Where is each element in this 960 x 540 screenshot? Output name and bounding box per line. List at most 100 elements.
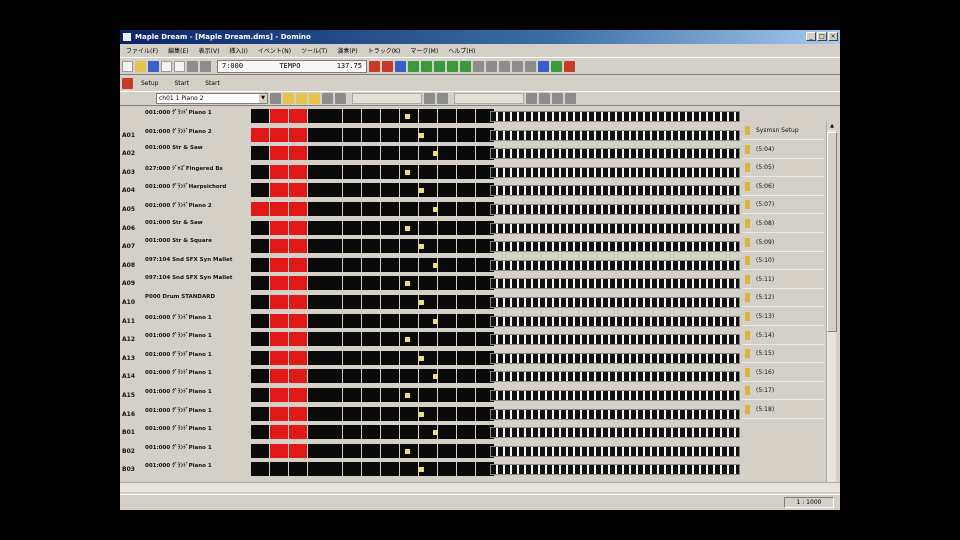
param-cell[interactable] (251, 220, 269, 235)
param-cell[interactable] (438, 462, 456, 477)
param-cell[interactable] (251, 276, 269, 291)
track-params[interactable] (251, 313, 495, 328)
param-cell[interactable] (308, 220, 342, 235)
track-name[interactable]: 001:000 ｸﾞﾗﾝﾄﾞPiano 2 (145, 127, 250, 135)
track-params[interactable] (251, 332, 495, 347)
param-cell[interactable] (289, 332, 307, 347)
track-name[interactable]: 001:000 ｸﾞﾗﾝﾄﾞPiano 1 (145, 387, 250, 395)
track-row[interactable]: A15 001:000 ｸﾞﾗﾝﾄﾞPiano 1 (120, 387, 740, 405)
param-cell[interactable] (362, 239, 380, 254)
param-cell[interactable] (381, 164, 399, 179)
param-cell[interactable] (457, 220, 475, 235)
param-cell[interactable] (343, 146, 361, 161)
param-cell[interactable] (270, 406, 288, 421)
param-cell[interactable] (308, 369, 342, 384)
track-name[interactable]: 001:000 ｸﾞﾗﾝﾄﾞPiano 1 (145, 406, 250, 414)
menu-view[interactable]: 表示(V) (199, 46, 220, 55)
track-name[interactable]: 001:000 ｸﾞﾗﾝﾄﾞPiano 1 (145, 461, 250, 469)
param-cell[interactable] (270, 220, 288, 235)
param-cell[interactable] (308, 406, 342, 421)
param-cell[interactable] (457, 164, 475, 179)
param-cell[interactable] (270, 350, 288, 365)
param-cell[interactable] (270, 332, 288, 347)
tab-setup[interactable]: Setup (141, 80, 158, 87)
track-row[interactable]: A04 001:000 ｸﾞﾗﾝﾄﾞHarpsichord (120, 182, 740, 200)
param-cell[interactable] (362, 127, 380, 142)
param-cell[interactable] (381, 369, 399, 384)
param-cell[interactable] (289, 146, 307, 161)
track-params[interactable] (251, 239, 495, 254)
event-list-item[interactable]: (5:07) (742, 196, 824, 215)
param-cell[interactable] (270, 164, 288, 179)
param-cell[interactable] (343, 462, 361, 477)
param-cell[interactable] (438, 350, 456, 365)
piano-roll-icon[interactable] (512, 60, 523, 72)
track-row[interactable]: A13 001:000 ｸﾞﾗﾝﾄﾞPiano 1 (120, 350, 740, 368)
param-cell[interactable] (343, 388, 361, 402)
tab-start-2[interactable]: Start (205, 80, 220, 87)
param-cell[interactable] (343, 220, 361, 235)
param-cell[interactable] (251, 388, 269, 402)
param-cell[interactable] (381, 350, 399, 365)
param-cell[interactable] (308, 239, 342, 254)
track-sequence[interactable] (490, 315, 740, 327)
param-cell[interactable] (270, 313, 288, 328)
param-cell[interactable] (343, 239, 361, 254)
param-cell[interactable] (438, 146, 456, 161)
param-cell[interactable] (419, 332, 437, 347)
param-cell[interactable] (270, 239, 288, 254)
track-row[interactable]: A08 097:104 Snd SFX Syn Mallet (120, 257, 740, 275)
param-cell[interactable] (270, 146, 288, 161)
param-cell[interactable] (438, 257, 456, 272)
param-cell[interactable] (457, 295, 475, 309)
track-name[interactable]: 001:000 ｸﾞﾗﾝﾄﾞPiano 1 (145, 350, 250, 358)
param-cell[interactable] (438, 109, 456, 123)
param-cell[interactable] (251, 406, 269, 421)
event-list-item[interactable]: (5:05) (742, 159, 824, 178)
track-name[interactable]: P000 Drum STANDARD (145, 294, 250, 300)
view-toggle-icon[interactable] (437, 93, 448, 104)
param-cell[interactable] (362, 462, 380, 477)
param-cell[interactable] (419, 276, 437, 291)
track-params[interactable] (251, 369, 495, 384)
play-icon[interactable] (434, 60, 445, 72)
track-sequence[interactable] (490, 390, 740, 401)
track-sequence[interactable] (490, 278, 740, 290)
param-cell[interactable] (400, 127, 418, 142)
track-sequence[interactable] (490, 371, 740, 383)
event-list-item[interactable]: (5:16) (742, 364, 824, 382)
param-cell[interactable] (251, 443, 269, 458)
param-cell[interactable] (343, 109, 361, 123)
track-params[interactable] (251, 425, 495, 440)
event-list-item[interactable]: (5:09) (742, 234, 824, 252)
param-cell[interactable] (289, 220, 307, 235)
param-cell[interactable] (308, 183, 342, 198)
param-cell[interactable] (457, 183, 475, 198)
param-cell[interactable] (381, 276, 399, 291)
param-cell[interactable] (457, 127, 475, 142)
horizontal-scrollbar[interactable] (120, 482, 840, 492)
menu-track[interactable]: トラック(K) (368, 46, 401, 55)
mixer-icon[interactable] (538, 60, 549, 72)
param-cell[interactable] (289, 443, 307, 458)
menu-help[interactable]: ヘルプ(H) (448, 46, 475, 55)
param-cell[interactable] (400, 239, 418, 254)
param-cell[interactable] (289, 350, 307, 365)
param-cell[interactable] (308, 462, 342, 477)
track-name[interactable]: 001:000 ｸﾞﾗﾝﾄﾞPiano 1 (145, 313, 250, 321)
track-params[interactable] (251, 443, 495, 458)
param-cell[interactable] (343, 127, 361, 142)
param-cell[interactable] (438, 220, 456, 235)
track-row[interactable]: A16 001:000 ｸﾞﾗﾝﾄﾞPiano 1 (120, 406, 740, 424)
param-cell[interactable] (270, 369, 288, 384)
zoom-icon[interactable] (539, 93, 550, 104)
param-cell[interactable] (289, 257, 307, 272)
param-cell[interactable] (362, 109, 380, 123)
track-params[interactable] (251, 257, 495, 272)
title-bar[interactable]: Maple Dream - [Maple Dream.dms] - Domino… (120, 30, 840, 44)
param-cell[interactable] (438, 295, 456, 309)
track-params[interactable] (251, 164, 495, 179)
param-cell[interactable] (289, 313, 307, 328)
redo-icon[interactable] (200, 60, 211, 72)
track-sequence[interactable] (490, 427, 740, 439)
